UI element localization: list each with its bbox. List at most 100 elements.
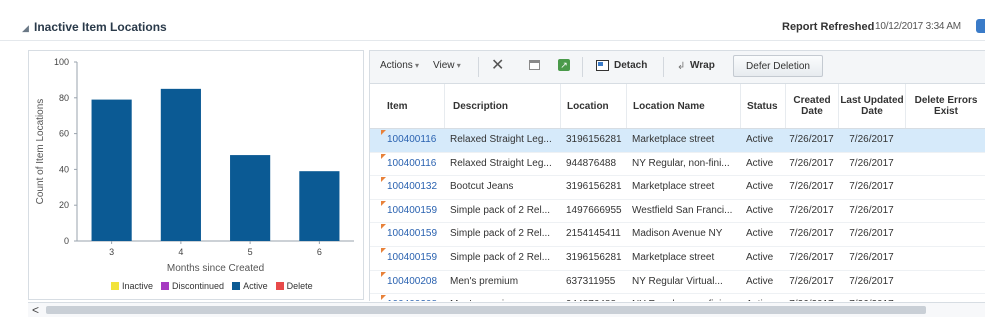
cell-description: Simple pack of 2 Rel... <box>450 228 551 240</box>
column-header-status[interactable]: Status <box>740 84 785 128</box>
toolbar-divider <box>663 57 664 77</box>
legend-item-delete[interactable]: Delete <box>275 281 313 291</box>
cell-location-name: NY Regular, non-fini... <box>632 157 730 169</box>
cell-location-name: Marketplace street <box>632 134 715 145</box>
table-row[interactable]: 100400159 Simple pack of 2 Rel... 14976669… <box>370 200 985 224</box>
column-header-delete-errors-exist[interactable]: Delete Errors Exist <box>905 84 985 128</box>
table-row[interactable]: 100400208Men's premium944876488NY Regula… <box>370 294 985 301</box>
legend-swatch <box>161 282 170 290</box>
bar-5[interactable] <box>230 155 271 241</box>
detach-icon[interactable] <box>596 60 609 71</box>
table-row[interactable]: 100400116 Relaxed Straight Leg... 94487648… <box>370 153 985 177</box>
cell-status: Active <box>740 294 785 301</box>
cell-location-name: Marketplace street <box>632 181 715 193</box>
cell-last-updated-date: 7/26/2017 <box>849 228 894 240</box>
table-row[interactable]: 100400159 Simple pack of 2 Rel... 31961562… <box>370 247 985 271</box>
collapse-triangle-icon[interactable]: ◢ <box>22 23 29 34</box>
toolbar-divider <box>478 57 479 77</box>
chart-legend: Inactive Discontinued Active Delete <box>111 281 313 291</box>
cell-created-date: 7/26/2017 <box>789 204 834 216</box>
cell-delete-errors-exist <box>905 271 985 293</box>
cell-location: 3196156281 <box>566 134 622 145</box>
cell-item[interactable]: 100400208 <box>370 271 444 293</box>
cell-last-updated-date: 7/26/2017 <box>838 294 905 301</box>
cell-location: 3196156281 <box>566 181 622 193</box>
cell-last-updated-date: 7/26/2017 <box>849 275 894 287</box>
report-refreshed-value: 10/12/2017 3:34 AM <box>875 21 961 32</box>
cell-item[interactable]: 100400132 <box>370 176 444 198</box>
cell-item[interactable]: 100400159 <box>370 247 444 269</box>
cell-location-name: Westfield San Franci... <box>632 204 733 216</box>
y-tick-label: 0 <box>64 236 69 246</box>
table-row[interactable]: 100400208 Men's premium 637311955 NY Regula… <box>370 271 985 295</box>
detach-button[interactable]: Detach <box>614 60 647 71</box>
legend-item-active[interactable]: Active <box>232 281 268 291</box>
toolbar-divider <box>582 57 583 77</box>
bar-3[interactable] <box>91 99 132 241</box>
cell-last-updated-date: 7/26/2017 <box>849 157 894 169</box>
cell-description: Relaxed Straight Leg... <box>450 134 552 145</box>
cell-created-date: 7/26/2017 <box>789 275 834 287</box>
bar-6[interactable] <box>299 171 340 241</box>
scroll-thumb[interactable] <box>46 306 926 314</box>
cell-created-date: 7/26/2017 <box>789 251 834 263</box>
cell-description: Men's premium <box>450 275 519 287</box>
legend-item-discontinued[interactable]: Discontinued <box>161 281 224 291</box>
cell-delete-errors-exist <box>905 223 985 245</box>
cell-location: 2154145411 <box>566 228 621 240</box>
y-tick-label: 100 <box>54 57 69 67</box>
cell-location: 637311955 <box>566 275 616 287</box>
wrap-button[interactable]: Wrap <box>690 60 715 71</box>
cell-created-date: 7/26/2017 <box>789 181 834 193</box>
export-to-excel-icon[interactable]: ↗ <box>558 59 570 71</box>
delete-x-icon[interactable]: ✕ <box>491 55 504 75</box>
column-header-created-date[interactable]: Created Date <box>785 84 838 128</box>
x-tick-label: 6 <box>317 247 322 257</box>
freeze-columns-icon[interactable] <box>529 60 540 70</box>
cell-status: Active <box>746 275 774 287</box>
cell-location-name: NY Regular, non-fini... <box>626 294 740 301</box>
column-header-location-name[interactable]: Location Name <box>626 84 740 128</box>
cell-item[interactable]: 100400208 <box>370 294 444 301</box>
cell-item[interactable]: 100400116 <box>370 129 444 151</box>
view-menu[interactable]: View <box>433 60 461 71</box>
cell-location-name: Marketplace street <box>632 251 715 263</box>
panel-header: ◢ Inactive Item Locations Report Refresh… <box>0 0 985 41</box>
refresh-icon[interactable] <box>976 19 985 33</box>
actions-menu[interactable]: Actions <box>380 60 419 71</box>
cell-item[interactable]: 100400159 <box>370 223 444 245</box>
cell-delete-errors-exist <box>905 153 985 175</box>
table-row[interactable]: 100400116 Relaxed Straight Leg... 31961562… <box>370 129 985 153</box>
wrap-icon[interactable]: ↲ <box>677 61 685 72</box>
horizontal-scrollbar[interactable]: < <box>28 302 985 317</box>
cell-description: Men's premium <box>444 294 560 301</box>
bar-4[interactable] <box>160 88 201 241</box>
cell-location: 944876488 <box>560 294 626 301</box>
item-locations-table: Actions View ✕ ↗ Detach ↲ Wrap Defer Del… <box>369 50 985 301</box>
legend-swatch <box>111 282 119 290</box>
y-tick-label: 20 <box>59 200 69 210</box>
table-row[interactable]: 100400132 Bootcut Jeans 3196156281 Marketpl… <box>370 176 985 200</box>
defer-deletion-button[interactable]: Defer Deletion <box>733 55 823 77</box>
cell-description: Simple pack of 2 Rel... <box>450 204 551 216</box>
column-header-location[interactable]: Location <box>560 84 626 128</box>
x-axis-title: Months since Created <box>167 263 264 274</box>
legend-item-inactive[interactable]: Inactive <box>111 281 153 291</box>
cell-item[interactable]: 100400116 <box>370 153 444 175</box>
table-row[interactable]: 100400159 Simple pack of 2 Rel... 21541454… <box>370 223 985 247</box>
cell-item[interactable]: 100400159 <box>370 200 444 222</box>
cell-status: Active <box>746 157 774 169</box>
column-header-last-updated-date[interactable]: Last Updated Date <box>838 84 905 128</box>
cell-location-name: Madison Avenue NY <box>632 228 723 240</box>
column-header-description[interactable]: Description <box>444 84 560 128</box>
cell-description: Bootcut Jeans <box>450 181 514 193</box>
report-refreshed-label: Report Refreshed <box>782 21 875 33</box>
y-tick-label: 60 <box>59 129 69 139</box>
cell-description: Simple pack of 2 Rel... <box>450 251 551 263</box>
cell-last-updated-date: 7/26/2017 <box>849 204 894 216</box>
cell-last-updated-date: 7/26/2017 <box>849 134 894 145</box>
scroll-left-arrow-icon[interactable]: < <box>32 303 39 317</box>
cell-status: Active <box>746 134 774 145</box>
column-header-item[interactable]: Item <box>370 84 444 128</box>
legend-swatch <box>275 282 284 290</box>
